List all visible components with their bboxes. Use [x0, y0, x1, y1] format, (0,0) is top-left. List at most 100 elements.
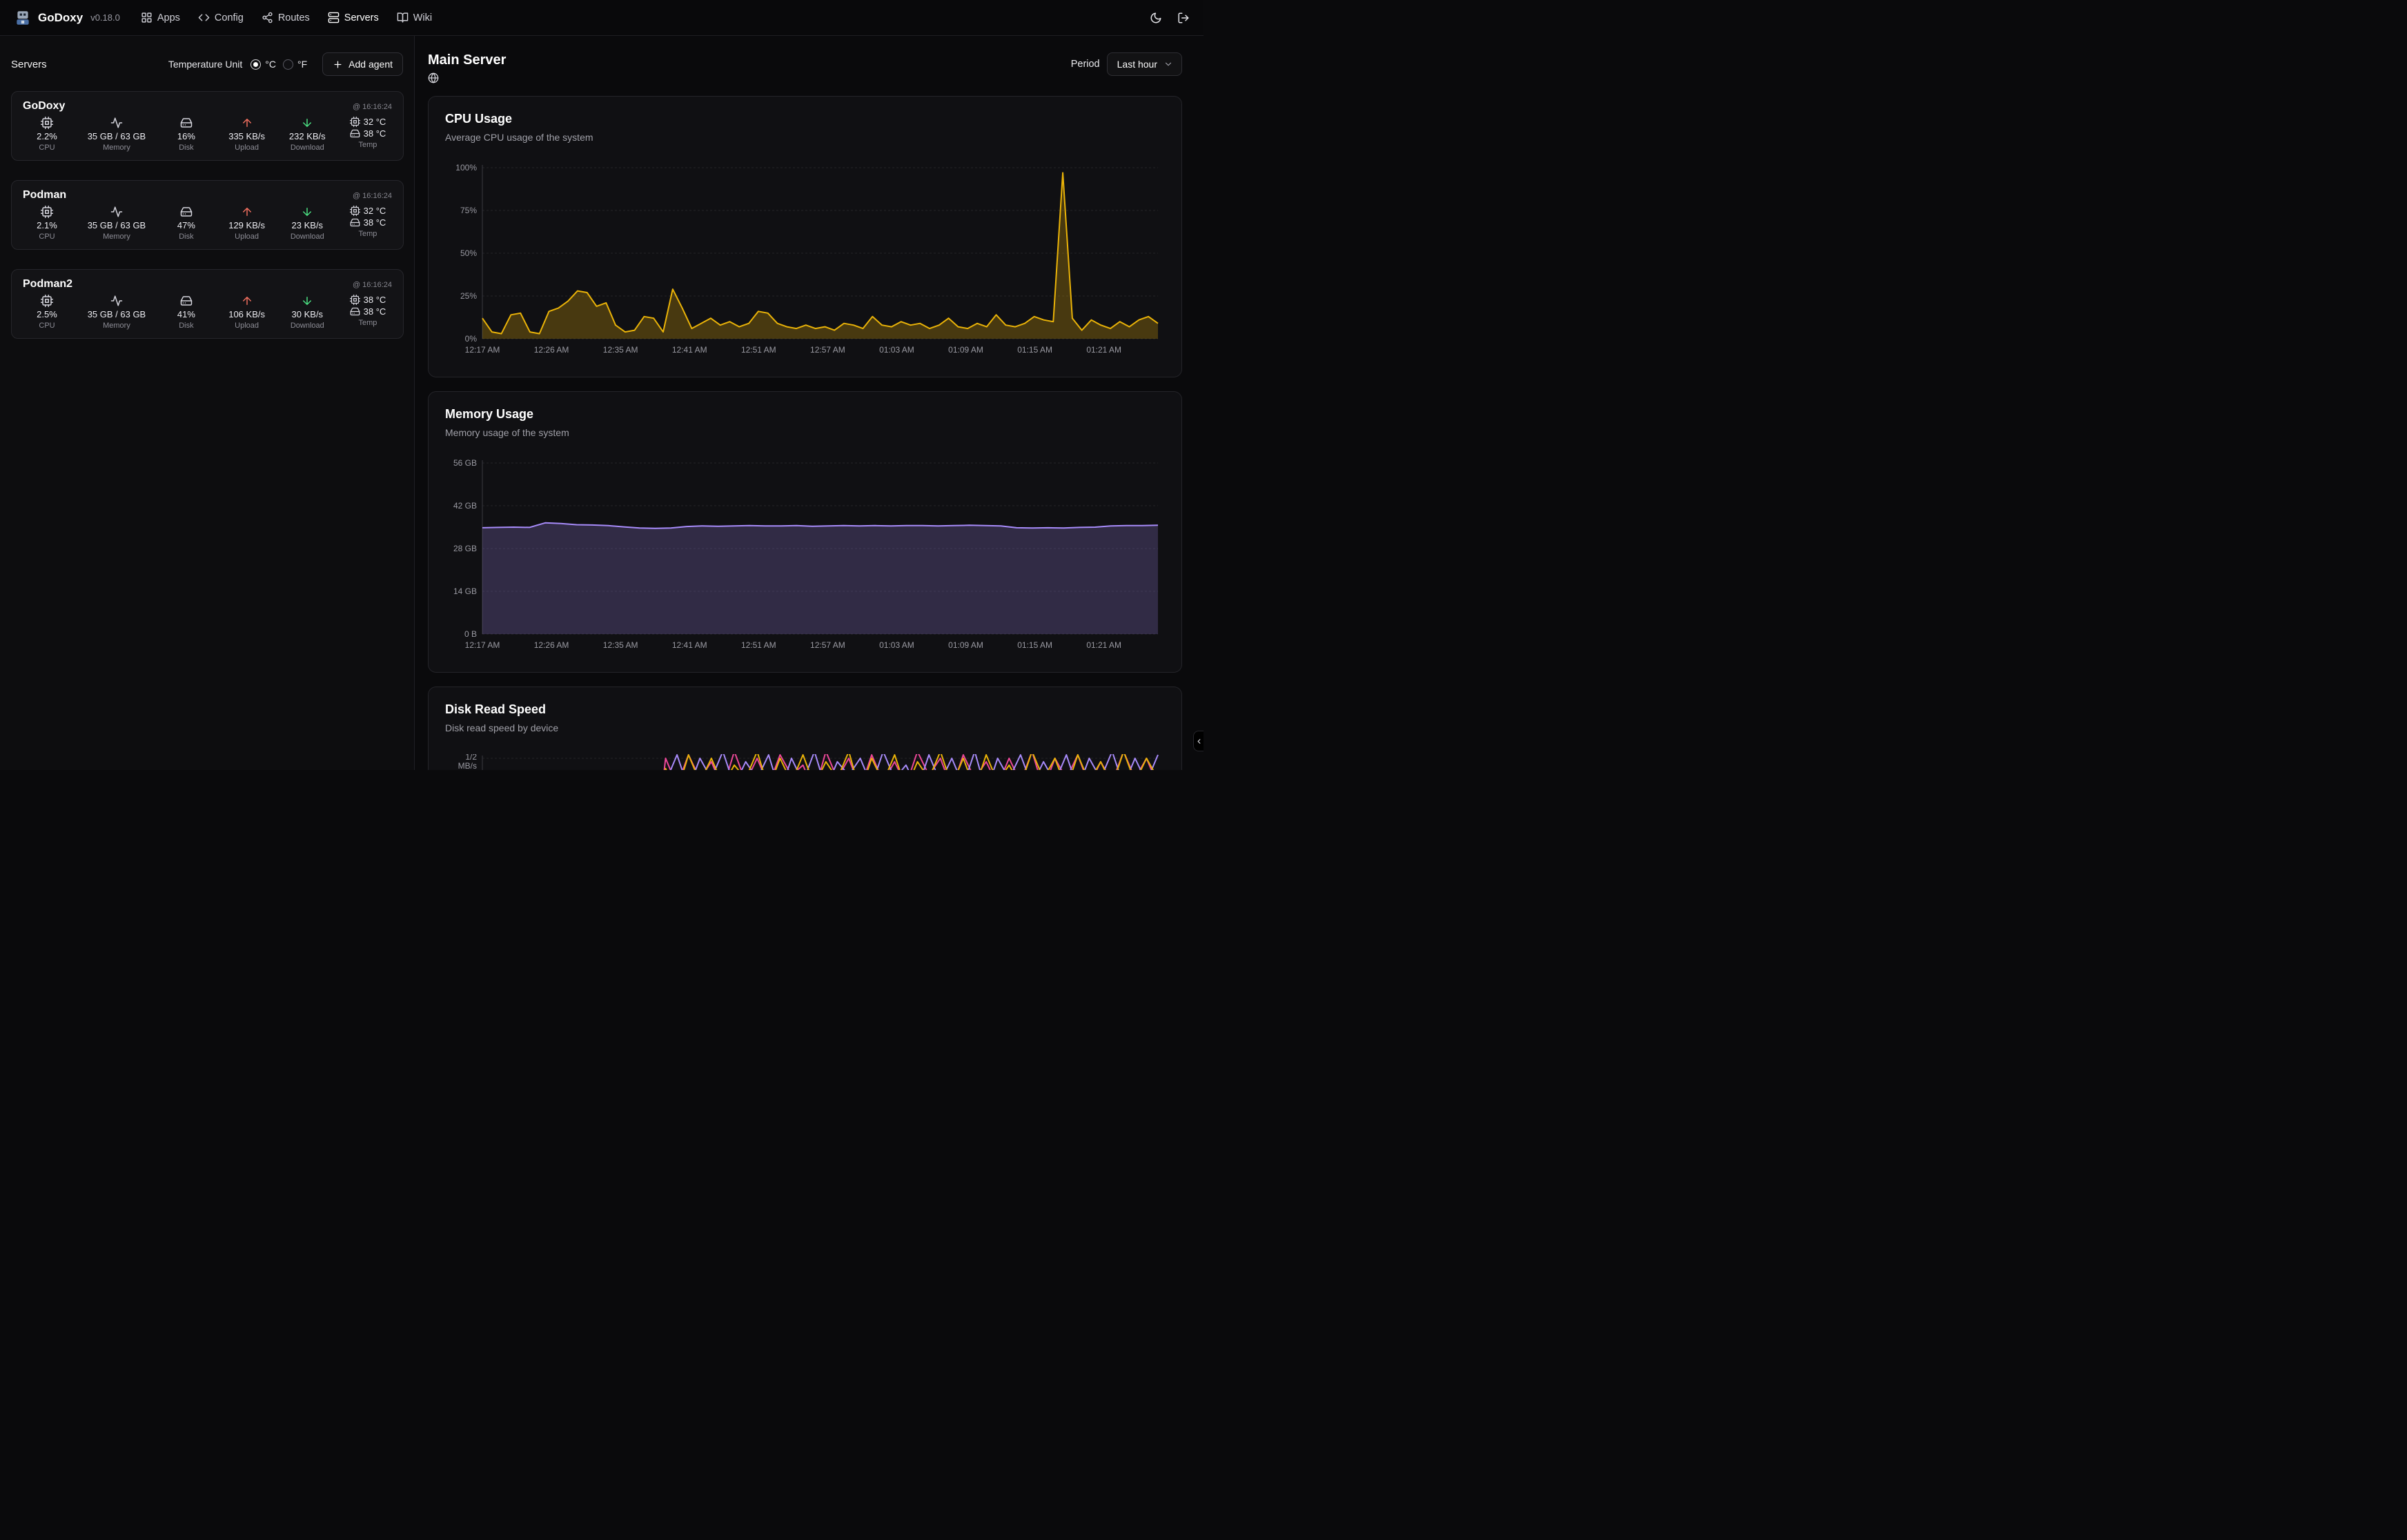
svg-text:12:41 AM: 12:41 AM: [672, 345, 707, 355]
sidebar-header: Servers Temperature Unit °C °F Add agent: [0, 36, 414, 76]
dark-mode-moon-icon[interactable]: [1150, 12, 1162, 24]
memory-label: Memory: [103, 144, 130, 152]
server-stack-icon: [328, 12, 340, 23]
server-card-godoxy[interactable]: GoDoxy @ 16:16:24 2.2% CPU 35 GB / 63 GB…: [11, 91, 404, 161]
chevron-down-icon: [1163, 59, 1173, 69]
svg-text:01:03 AM: 01:03 AM: [879, 345, 914, 355]
nav-item-apps[interactable]: Apps: [141, 12, 180, 23]
temp-disk-row: 38 °C: [350, 128, 386, 139]
chart-subtitle: Memory usage of the system: [445, 427, 1165, 438]
disk-label: Disk: [179, 144, 193, 152]
cpu-label: CPU: [39, 233, 55, 241]
brand-name: GoDoxy: [38, 11, 83, 25]
server-timestamp: @ 16:16:24: [353, 281, 392, 289]
temp-label: Temp: [359, 319, 377, 327]
svg-text:75%: 75%: [460, 206, 477, 215]
cpu-icon: [41, 295, 53, 307]
brand[interactable]: GoDoxy v0.18.0: [14, 9, 120, 27]
server-card-header: GoDoxy @ 16:16:24: [23, 100, 392, 112]
hard-drive-icon: [350, 217, 360, 228]
upload-label: Upload: [235, 144, 259, 152]
nav-item-wiki[interactable]: Wiki: [397, 12, 432, 23]
temp-cpu-value: 32 °C: [364, 117, 386, 127]
svg-text:12:35 AM: 12:35 AM: [603, 640, 638, 650]
download-value: 30 KB/s: [292, 309, 324, 319]
temp-cpu-row: 32 °C: [350, 206, 386, 216]
nav-item-routes[interactable]: Routes: [262, 12, 310, 23]
stat-disk: 16% Disk: [166, 117, 206, 152]
server-card-header: Podman2 @ 16:16:24: [23, 278, 392, 290]
svg-text:01:09 AM: 01:09 AM: [948, 345, 983, 355]
hard-drive-icon: [180, 295, 193, 307]
nav-item-servers[interactable]: Servers: [328, 12, 379, 23]
stat-upload: 106 KB/s Upload: [227, 295, 267, 330]
nav-label: Wiki: [413, 12, 432, 23]
period-select[interactable]: Last hour: [1107, 52, 1182, 76]
stat-upload: 335 KB/s Upload: [227, 117, 267, 152]
add-agent-label: Add agent: [348, 59, 393, 70]
upload-value: 335 KB/s: [228, 131, 265, 141]
radio-fahrenheit[interactable]: [283, 59, 293, 70]
page-title: Main Server: [428, 52, 506, 68]
book-icon: [397, 12, 409, 23]
upload-arrow-icon: [241, 206, 253, 218]
panel-collapse-handle[interactable]: [1193, 731, 1204, 751]
main-content: Main Server Period Last hour CPU Usage A…: [415, 36, 1204, 770]
radio-celsius[interactable]: [250, 59, 261, 70]
sidebar-title: Servers: [11, 59, 47, 70]
memory-value: 35 GB / 63 GB: [88, 309, 146, 319]
upload-label: Upload: [235, 233, 259, 241]
activity-icon: [110, 206, 123, 218]
temp-disk-value: 38 °C: [364, 128, 386, 139]
download-label: Download: [291, 144, 324, 152]
top-navbar: GoDoxy v0.18.0 Apps Config Routes Server…: [0, 0, 1204, 36]
temp-cpu-row: 38 °C: [350, 295, 386, 305]
stat-memory: 35 GB / 63 GB Memory: [88, 117, 146, 152]
servers-sidebar: Servers Temperature Unit °C °F Add agent: [0, 36, 415, 770]
svg-text:14 GB: 14 GB: [453, 586, 477, 596]
stat-disk: 47% Disk: [166, 206, 206, 241]
temp-label: Temp: [359, 230, 377, 238]
globe-icon: [428, 72, 439, 83]
memory-usage-chart: 56 GB42 GB28 GB14 GB0 B12:17 AM12:26 AM1…: [445, 459, 1165, 652]
period-label: Period: [1071, 59, 1100, 70]
svg-text:01:15 AM: 01:15 AM: [1017, 345, 1052, 355]
disk-value: 41%: [177, 309, 195, 319]
upload-arrow-icon: [241, 117, 253, 129]
add-agent-button[interactable]: Add agent: [322, 52, 403, 76]
svg-text:12:57 AM: 12:57 AM: [810, 345, 845, 355]
server-card-podman[interactable]: Podman @ 16:16:24 2.1% CPU 35 GB / 63 GB…: [11, 180, 404, 250]
godoxy-logo-icon: [14, 9, 32, 27]
chart-title: CPU Usage: [445, 112, 1165, 126]
svg-text:01:03 AM: 01:03 AM: [879, 640, 914, 650]
temp-disk-value: 38 °C: [364, 217, 386, 228]
chart-title: Disk Read Speed: [445, 702, 1165, 717]
temp-cpu-value: 32 °C: [364, 206, 386, 216]
main-header: Main Server Period Last hour: [428, 52, 1182, 83]
memory-usage-card: Memory Usage Memory usage of the system …: [428, 391, 1182, 673]
download-label: Download: [291, 322, 324, 330]
hard-drive-icon: [350, 306, 360, 317]
cpu-icon: [350, 206, 360, 216]
logout-icon[interactable]: [1177, 12, 1190, 24]
server-timestamp: @ 16:16:24: [353, 103, 392, 111]
stat-disk: 41% Disk: [166, 295, 206, 330]
version-label: v0.18.0: [90, 12, 120, 23]
unit-celsius-radio[interactable]: °C: [250, 59, 276, 70]
server-card-podman2[interactable]: Podman2 @ 16:16:24 2.5% CPU 35 GB / 63 G…: [11, 269, 404, 339]
server-list: GoDoxy @ 16:16:24 2.2% CPU 35 GB / 63 GB…: [0, 76, 414, 354]
nav-label: Routes: [278, 12, 310, 23]
stat-download: 23 KB/s Download: [287, 206, 327, 241]
server-name: Podman: [23, 189, 66, 201]
unit-fahrenheit-radio[interactable]: °F: [283, 59, 307, 70]
hard-drive-icon: [350, 128, 360, 139]
svg-text:12:57 AM: 12:57 AM: [810, 640, 845, 650]
cpu-label: CPU: [39, 144, 55, 152]
disk-label: Disk: [179, 322, 193, 330]
fahrenheit-label: °F: [297, 59, 307, 70]
nav-label: Servers: [344, 12, 379, 23]
chart-subtitle: Disk read speed by device: [445, 722, 1165, 733]
main-nav: Apps Config Routes Servers Wiki: [141, 12, 432, 23]
nav-item-config[interactable]: Config: [198, 12, 244, 23]
stat-temp: 32 °C 38 °C Temp: [348, 206, 388, 241]
